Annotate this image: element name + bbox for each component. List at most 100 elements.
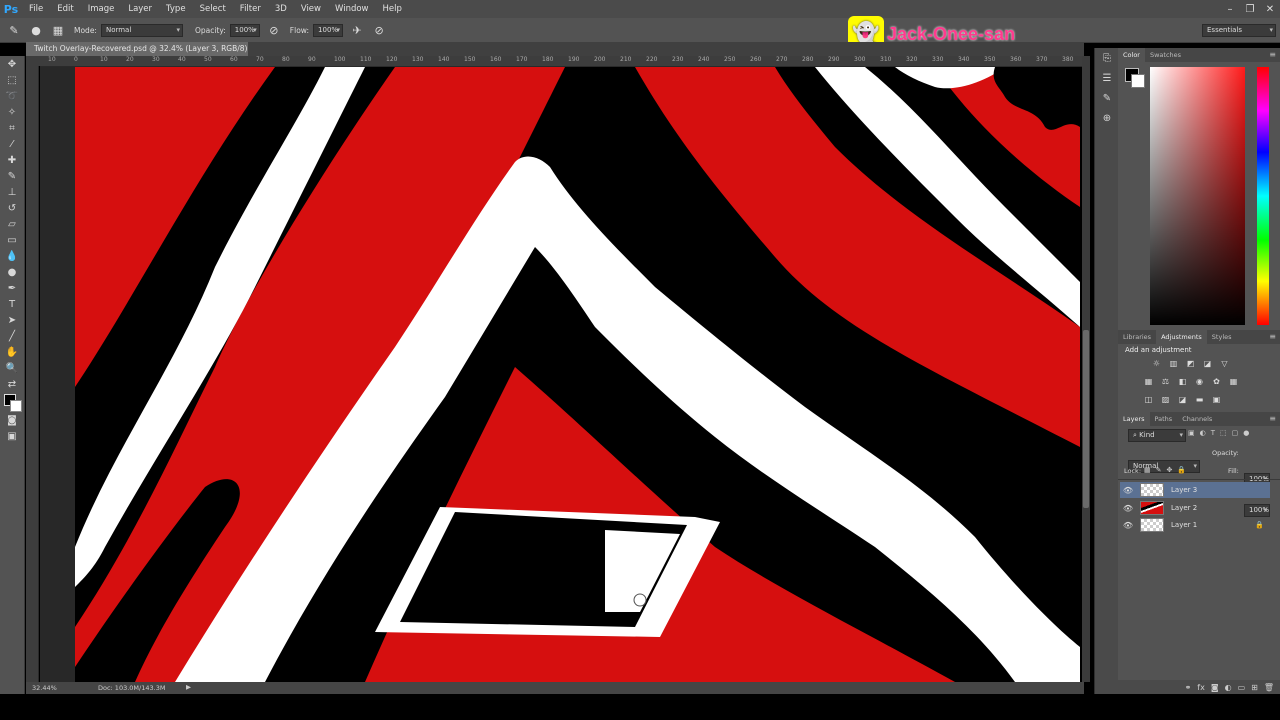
pressure-opacity-icon[interactable]: ⊘ [266, 22, 282, 38]
menu-window[interactable]: Window [328, 4, 376, 14]
posterize-icon[interactable]: ▨ [1159, 394, 1172, 405]
airbrush-icon[interactable]: ✈ [349, 22, 365, 38]
opacity-field[interactable]: 100% [229, 23, 260, 37]
brush-tool-icon[interactable]: ✎ [6, 22, 22, 38]
link-layers-icon[interactable]: ⚭ [1185, 683, 1192, 692]
layer-filter-kind[interactable]: ⌕ Kind [1128, 429, 1186, 442]
panel-menu-icon[interactable]: ≡ [1264, 48, 1280, 62]
menu-view[interactable]: View [294, 4, 328, 14]
menu-layer[interactable]: Layer [121, 4, 159, 14]
threshold-icon[interactable]: ◪ [1176, 394, 1189, 405]
panel-menu-icon[interactable]: ≡ [1264, 330, 1280, 344]
line-tool-icon[interactable]: ╱ [0, 328, 24, 344]
dodge-tool-icon[interactable]: ● [0, 264, 24, 280]
layer-row[interactable]: 👁 Layer 3 [1120, 482, 1270, 498]
filter-adjustment-icon[interactable]: ◐ [1200, 429, 1206, 437]
filter-pixel-icon[interactable]: ▣ [1188, 429, 1195, 437]
curves-icon[interactable]: ◩ [1184, 358, 1197, 369]
photo-filter-icon[interactable]: ◉ [1193, 376, 1206, 387]
exposure-icon[interactable]: ◪ [1201, 358, 1214, 369]
hue-saturation-icon[interactable]: ▦ [1142, 376, 1155, 387]
tab-libraries[interactable]: Libraries [1118, 330, 1156, 344]
tab-color[interactable]: Color [1118, 48, 1145, 62]
tab-styles[interactable]: Styles [1207, 330, 1237, 344]
filter-type-icon[interactable]: T [1211, 429, 1215, 437]
panel-menu-icon[interactable]: ≡ [1264, 412, 1280, 426]
swap-colors-icon[interactable]: ⇄ [0, 376, 24, 392]
brush-panel-toggle-icon[interactable]: ▦ [50, 22, 66, 38]
history-panel-icon[interactable]: ⎘ [1095, 48, 1119, 68]
panel-background-swatch[interactable] [1131, 74, 1145, 88]
invert-icon[interactable]: ◫ [1142, 394, 1155, 405]
filter-smart-icon[interactable]: ▢ [1232, 429, 1239, 437]
tab-adjustments[interactable]: Adjustments [1156, 330, 1207, 344]
hand-tool-icon[interactable]: ✋ [0, 344, 24, 360]
mode-dropdown[interactable]: Normal [100, 23, 183, 37]
new-group-icon[interactable]: ▭ [1238, 683, 1246, 692]
flow-field[interactable]: 100% [313, 23, 344, 37]
path-select-tool-icon[interactable]: ➤ [0, 312, 24, 328]
vertical-scroll-thumb[interactable] [1083, 330, 1089, 508]
crop-tool-icon[interactable]: ⌗ [0, 120, 24, 136]
quick-mask-icon[interactable]: ◙ [0, 412, 24, 428]
color-swatches[interactable] [0, 392, 24, 412]
lasso-tool-icon[interactable]: ➰ [0, 88, 24, 104]
lock-position-icon[interactable]: ✥ [1167, 466, 1173, 474]
gradient-tool-icon[interactable]: ▭ [0, 232, 24, 248]
document-canvas[interactable] [75, 67, 1080, 682]
color-lookup-icon[interactable]: ▦ [1227, 376, 1240, 387]
visibility-eye-icon[interactable]: 👁 [1120, 504, 1136, 513]
blur-tool-icon[interactable]: 💧 [0, 248, 24, 264]
black-white-icon[interactable]: ◧ [1176, 376, 1189, 387]
new-adjustment-icon[interactable]: ◐ [1225, 683, 1232, 692]
filter-shape-icon[interactable]: ⬚ [1220, 429, 1227, 437]
channel-mixer-icon[interactable]: ✿ [1210, 376, 1223, 387]
status-menu-arrow-icon[interactable]: ▶ [186, 683, 191, 691]
layer-style-icon[interactable]: fx [1197, 683, 1205, 692]
tab-swatches[interactable]: Swatches [1145, 48, 1186, 62]
brush-tool-icon[interactable]: ✎ [0, 168, 24, 184]
pressure-size-icon[interactable]: ⊘ [371, 22, 387, 38]
lock-transparency-icon[interactable]: ▦ [1144, 466, 1151, 474]
document-tab[interactable]: Twitch Overlay-Recovered.psd @ 32.4% (La… [26, 42, 248, 67]
delete-layer-icon[interactable]: 🗑 [1264, 683, 1274, 692]
selective-color-icon[interactable]: ▣ [1210, 394, 1223, 405]
menu-image[interactable]: Image [81, 4, 122, 14]
pen-tool-icon[interactable]: ✒ [0, 280, 24, 296]
new-layer-icon[interactable]: ⊞ [1251, 683, 1258, 692]
tab-paths[interactable]: Paths [1150, 412, 1178, 426]
type-tool-icon[interactable]: T [0, 296, 24, 312]
eraser-tool-icon[interactable]: ▱ [0, 216, 24, 232]
lock-all-icon[interactable]: 🔒 [1177, 466, 1186, 474]
history-brush-tool-icon[interactable]: ↺ [0, 200, 24, 216]
vibrance-icon[interactable]: ▽ [1218, 358, 1231, 369]
menu-help[interactable]: Help [376, 4, 409, 14]
brush-panel-icon[interactable]: ✎ [1095, 88, 1119, 108]
layer-mask-icon[interactable]: ◙ [1211, 683, 1219, 692]
canvas-area[interactable] [40, 67, 1080, 682]
visibility-eye-icon[interactable]: 👁 [1120, 486, 1136, 495]
move-tool-icon[interactable]: ✥ [0, 56, 24, 72]
background-color-swatch[interactable] [10, 400, 22, 412]
color-balance-icon[interactable]: ⚖ [1159, 376, 1172, 387]
zoom-level[interactable]: 32.44% [32, 684, 57, 692]
levels-icon[interactable]: ▥ [1167, 358, 1180, 369]
layer-name[interactable]: Layer 1 [1171, 521, 1197, 529]
brush-preset-picker[interactable]: ● [28, 22, 44, 38]
color-picker-field[interactable] [1150, 67, 1245, 325]
tab-layers[interactable]: Layers [1118, 412, 1150, 426]
layer-name[interactable]: Layer 3 [1171, 486, 1197, 494]
menu-filter[interactable]: Filter [233, 4, 268, 14]
workspace-dropdown[interactable]: Essentials [1202, 24, 1276, 37]
menu-file[interactable]: File [22, 4, 50, 14]
lock-pixels-icon[interactable]: ✎ [1156, 466, 1162, 474]
hue-slider[interactable] [1257, 67, 1269, 325]
gradient-map-icon[interactable]: ▬ [1193, 394, 1206, 405]
layer-row[interactable]: 👁 Layer 1 🔒 [1120, 517, 1270, 533]
minimize-button[interactable]: – [1220, 0, 1240, 18]
screen-mode-icon[interactable]: ▣ [0, 428, 24, 444]
menu-type[interactable]: Type [159, 4, 193, 14]
zoom-tool-icon[interactable]: 🔍 [0, 360, 24, 376]
menu-3d[interactable]: 3D [268, 4, 294, 14]
menu-select[interactable]: Select [193, 4, 233, 14]
